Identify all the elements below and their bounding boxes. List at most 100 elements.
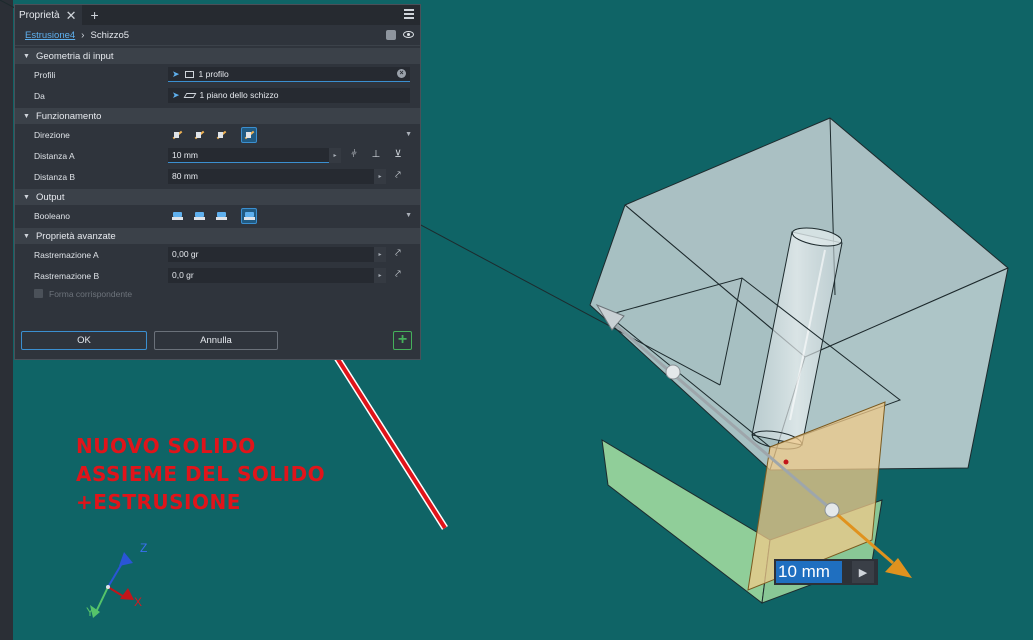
- distance-a-label: Distanza A: [34, 150, 75, 161]
- taper-b-input[interactable]: 0,0 gr ▸: [168, 268, 386, 283]
- spin-arrow-icon[interactable]: ▸: [374, 247, 386, 262]
- collapse-triangle-icon[interactable]: ▼: [23, 53, 30, 60]
- distance-b-value: 80 mm: [172, 171, 198, 181]
- chevron-down-icon[interactable]: ▼: [405, 131, 412, 138]
- row-match-shape: Forma corrispondente: [15, 286, 420, 301]
- breadcrumb-current: Schizzo5: [90, 29, 130, 41]
- row-from: Da ➤ 1 piano dello schizzo: [15, 85, 420, 106]
- profiles-selector[interactable]: ➤ 1 profilo ×: [168, 67, 410, 82]
- section-input-geometry[interactable]: ▼ Geometria di input: [15, 48, 420, 64]
- from-selector[interactable]: ➤ 1 piano dello schizzo: [168, 88, 410, 103]
- sketch-profile-icon: [184, 70, 194, 78]
- direction-asymmetric-icon: [244, 130, 254, 140]
- hamburger-icon[interactable]: [404, 9, 414, 19]
- breadcrumb-parent-link[interactable]: Estrusione4: [25, 30, 75, 41]
- ok-button[interactable]: OK: [21, 331, 147, 350]
- section-title: Funzionamento: [35, 110, 102, 122]
- direction-symmetric-button[interactable]: [213, 127, 229, 143]
- direction-default-icon: [172, 130, 182, 140]
- row-taper-b: Rastremazione B 0,0 gr ▸ ⤤: [15, 265, 420, 286]
- spin-arrow-icon[interactable]: ▸: [329, 148, 341, 163]
- direction-asymmetric-button[interactable]: [241, 126, 257, 143]
- row-profiles: Profili ➤ 1 profilo ×: [15, 64, 420, 85]
- match-shape-label: Forma corrispondente: [49, 288, 133, 299]
- annotation-line-3: +ESTRUSIONE: [76, 490, 241, 514]
- distance-b-input[interactable]: 80 mm ▸: [168, 169, 386, 184]
- boolean-join-button[interactable]: [169, 208, 185, 224]
- taper-a-value: 0,00 gr: [172, 249, 199, 259]
- view-triad: [90, 552, 134, 618]
- boolean-cut-button[interactable]: [191, 208, 207, 224]
- taper-b-label: Rastremazione B: [34, 270, 100, 281]
- distance-a-value: 10 mm: [172, 150, 198, 160]
- breadcrumb: Estrusione4 › Schizzo5: [15, 25, 420, 46]
- tab-properties[interactable]: Proprietà ✕: [15, 5, 83, 25]
- spin-arrow-icon[interactable]: ▸: [374, 268, 386, 283]
- dimension-input-box[interactable]: 10 mm ▶: [774, 559, 878, 585]
- section-behavior[interactable]: ▼ Funzionamento: [15, 108, 420, 124]
- section-title: Geometria di input: [35, 50, 114, 62]
- apply-add-button[interactable]: +: [393, 331, 412, 350]
- section-title: Output: [35, 191, 65, 203]
- link-icon[interactable]: ⤤: [393, 171, 403, 181]
- axis-label-z: Z: [140, 541, 148, 555]
- properties-panel: Proprietà ✕ + Estrusione4 › Schizzo5 ▼ G…: [14, 4, 421, 360]
- taper-a-label: Rastremazione A: [34, 249, 99, 260]
- extent-to-icon[interactable]: ⊥: [371, 150, 381, 160]
- play-icon[interactable]: ▶: [852, 561, 874, 583]
- direction-flipped-button[interactable]: [191, 127, 207, 143]
- boolean-cut-icon: [193, 211, 205, 221]
- breadcrumb-separator: ›: [81, 29, 85, 41]
- dimension-value-input[interactable]: 10 mm: [776, 561, 842, 583]
- annotation-line-1: NUOVO SOLIDO: [76, 434, 256, 458]
- boolean-new-solid-button[interactable]: [241, 207, 257, 224]
- profiles-value: 1 profilo: [198, 69, 229, 79]
- match-shape-checkbox[interactable]: [34, 289, 43, 298]
- direction-default-button[interactable]: [169, 127, 185, 143]
- taper-b-value: 0,0 gr: [172, 270, 194, 280]
- section-advanced[interactable]: ▼ Proprietà avanzate: [15, 228, 420, 244]
- cursor-icon: ➤: [172, 89, 180, 100]
- collapse-triangle-icon[interactable]: ▼: [23, 113, 30, 120]
- cube-icon[interactable]: [386, 30, 396, 40]
- direction-symmetric-icon: [216, 130, 226, 140]
- chevron-down-icon[interactable]: ▼: [405, 212, 412, 219]
- close-icon[interactable]: ✕: [66, 9, 77, 22]
- plane-icon: [183, 92, 196, 98]
- origin-point: [783, 459, 789, 465]
- boolean-intersect-icon: [215, 211, 227, 221]
- add-tab-icon[interactable]: +: [90, 8, 98, 22]
- tab-title: Proprietà: [19, 9, 60, 21]
- link-icon[interactable]: ⤤: [393, 270, 403, 280]
- distance-a-input[interactable]: 10 mm ▸: [168, 148, 341, 163]
- row-distance-b: Distanza B 80 mm ▸ ⤤: [15, 166, 420, 187]
- extent-through-all-icon[interactable]: ⊻: [393, 150, 403, 160]
- clear-icon[interactable]: ×: [397, 69, 406, 78]
- cursor-icon: ➤: [172, 68, 180, 79]
- distance-b-label: Distanza B: [34, 171, 76, 182]
- annotation-line-2: ASSIEME DEL SOLIDO: [76, 462, 326, 486]
- profiles-label: Profili: [34, 69, 56, 80]
- eye-icon[interactable]: [403, 31, 414, 38]
- row-boolean: Booleano ▼: [15, 205, 420, 226]
- spin-arrow-icon[interactable]: ▸: [374, 169, 386, 184]
- direction-flipped-icon: [194, 130, 204, 140]
- section-title: Proprietà avanzate: [35, 230, 116, 242]
- tab-bar: Proprietà ✕ +: [15, 5, 420, 25]
- collapse-triangle-icon[interactable]: ▼: [23, 194, 30, 201]
- row-taper-a: Rastremazione A 0,00 gr ▸ ⤤: [15, 244, 420, 265]
- from-value: 1 piano dello schizzo: [199, 90, 279, 100]
- annotation-text: NUOVO SOLIDO ASSIEME DEL SOLIDO +ESTRUSI…: [76, 432, 325, 516]
- boolean-join-icon: [171, 211, 183, 221]
- link-icon[interactable]: ⤤: [393, 249, 403, 259]
- boolean-label: Booleano: [34, 210, 70, 221]
- section-output[interactable]: ▼ Output: [15, 189, 420, 205]
- taper-a-input[interactable]: 0,00 gr ▸: [168, 247, 386, 262]
- extent-between-icon[interactable]: ⫩: [349, 150, 359, 160]
- cancel-button[interactable]: Annulla: [154, 331, 278, 350]
- row-distance-a: Distanza A 10 mm ▸ ⫩ ⊥ ⊻: [15, 145, 420, 166]
- collapse-triangle-icon[interactable]: ▼: [23, 233, 30, 240]
- boolean-new-solid-icon: [243, 211, 255, 221]
- boolean-intersect-button[interactable]: [213, 208, 229, 224]
- row-direction: Direzione ▼: [15, 124, 420, 145]
